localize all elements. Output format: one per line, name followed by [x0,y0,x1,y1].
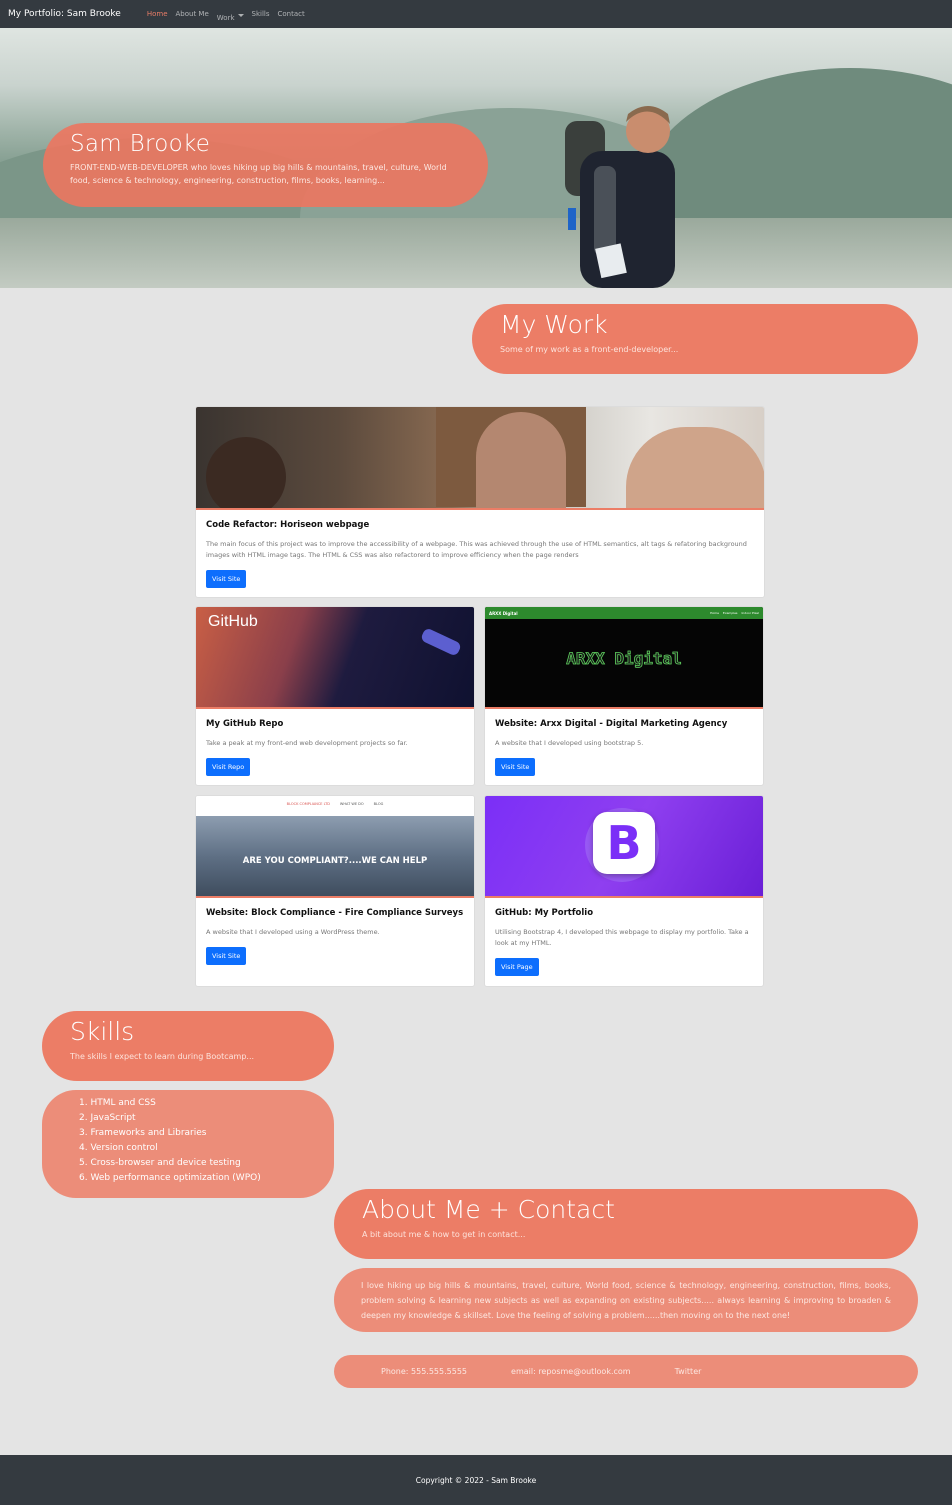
spaceship-shape [419,627,463,657]
contact-phone[interactable]: Phone: 555.555.5555 [381,1367,467,1376]
grass-foreground [0,218,952,288]
card-body: Website: Arxx Digital - Digital Marketin… [485,709,763,776]
contact-twitter-link[interactable]: Twitter [675,1367,702,1376]
skills-list-item: 5. Cross-browser and device testing [79,1158,241,1168]
nav-link-work[interactable]: Work [217,14,235,22]
block-nav-bar: BLOCK COMPLIANCE LTD WHAT WE DO BLOG [196,802,474,806]
arxx-nav-brand: ARXX Digital [489,610,518,616]
footer-copyright: Copyright © 2022 - Sam Brooke [415,1475,537,1485]
navbar-brand[interactable]: My Portfolio: Sam Brooke [8,9,121,19]
navbar: My Portfolio: Sam Brooke Home About Me W… [0,0,952,28]
project-card-arxx-digital: ARXX Digital Home Examples Indoor Pixel … [484,606,764,786]
hero-intro-box: Sam Brooke FRONT-END-WEB-DEVELOPER who l… [43,123,488,207]
arxx-logo-text: ARXX Digital [566,649,682,669]
block-hero-text: ARE YOU COMPLIANT?....WE CAN HELP [242,856,428,866]
work-section-header: My Work Some of my work as a front-end-d… [472,304,918,374]
skills-list-box: 1. HTML and CSS 2. JavaScript 3. Framewo… [42,1090,334,1198]
project-image-arxx: ARXX Digital Home Examples Indoor Pixel … [485,607,763,709]
project-card-block-compliance: BLOCK COMPLIANCE LTD WHAT WE DO BLOG ARE… [195,795,475,987]
skills-list-item: 2. JavaScript [79,1113,136,1123]
card-description: A website that I developed using a WordP… [206,928,380,936]
bootstrap-logo-letter: B [606,816,642,870]
nav-dropdown-work[interactable]: Work [217,5,244,24]
arxx-nav-bar: ARXX Digital Home Examples Indoor Pixel [485,607,763,619]
nav-link-contact[interactable]: Contact [278,10,305,18]
about-subtitle: A bit about me & how to get in contact..… [362,1230,526,1239]
card-description: Take a peak at my front-end web developm… [206,739,408,747]
skills-title: Skills [70,1017,135,1046]
about-text-box: I love hiking up big hills & mountains, … [334,1268,918,1332]
arxx-nav-link: Indoor Pixel [741,611,760,615]
contact-email-link[interactable]: email: reposme@outlook.com [511,1367,631,1376]
visit-repo-button[interactable]: Visit Repo [206,758,251,776]
card-description: The main focus of this project was to im… [206,540,747,559]
card-description: Utilising Bootstrap 4, I developed this … [495,928,749,947]
nav-link-about[interactable]: About Me [176,10,209,18]
work-subtitle: Some of my work as a front-end-developer… [500,345,679,354]
skills-list: 1. HTML and CSS 2. JavaScript 3. Framewo… [42,1090,334,1186]
hero-title: Sam Brooke [70,131,211,157]
project-image-block-compliance: BLOCK COMPLIANCE LTD WHAT WE DO BLOG ARE… [196,796,474,898]
card-body: Website: Block Compliance - Fire Complia… [196,898,474,965]
block-nav-link: WHAT WE DO [339,802,364,806]
about-text: I love hiking up big hills & mountains, … [361,1281,891,1320]
card-title: Website: Block Compliance - Fire Complia… [206,908,464,918]
skills-list-item: 3. Frameworks and Libraries [79,1128,207,1138]
nav-link-home[interactable]: Home [147,10,168,18]
card-title: Code Refactor: Horiseon webpage [206,520,370,530]
about-title: About Me + Contact [362,1195,615,1224]
skills-list-item: 6. Web performance optimization (WPO) [79,1173,261,1183]
skills-subtitle: The skills I expect to learn during Boot… [70,1052,255,1061]
nav-link-skills[interactable]: Skills [252,10,270,18]
github-logo-text: GitHub [208,613,258,630]
card-title: Website: Arxx Digital - Digital Marketin… [495,719,728,729]
arxx-nav-link: Examples [722,611,738,615]
block-nav-link: BLOG [373,802,384,806]
card-body: My GitHub Repo Take a peak at my front-e… [196,709,474,776]
project-image-github: GitHub [196,607,474,709]
bootstrap-logo-icon: B [593,812,655,874]
skills-list-item: 1. HTML and CSS [79,1098,156,1108]
visit-site-button[interactable]: Visit Site [206,947,247,965]
skills-section-header: Skills The skills I expect to learn duri… [42,1011,334,1081]
hero-subtitle: FRONT-END-WEB-DEVELOPER who loves hiking… [70,163,447,185]
project-card-portfolio: B GitHub: My Portfolio Utilising Bootstr… [484,795,764,987]
block-nav-link: BLOCK COMPLIANCE LTD [286,802,330,806]
project-card-code-refactor: Code Refactor: Horiseon webpage The main… [195,406,765,598]
hero-banner: Sam Brooke FRONT-END-WEB-DEVELOPER who l… [0,28,952,288]
caret-down-icon [237,13,244,17]
card-title: My GitHub Repo [206,719,284,729]
about-section-header: About Me + Contact A bit about me & how … [334,1189,918,1259]
contact-bar: Phone: 555.555.5555 email: reposme@outlo… [334,1355,918,1388]
visit-page-button[interactable]: Visit Page [495,958,539,976]
project-card-github-repo: GitHub My GitHub Repo Take a peak at my … [195,606,475,786]
work-title: My Work [500,310,608,339]
person-shape [626,427,764,508]
hiker-photo [565,106,675,288]
card-title: GitHub: My Portfolio [495,908,594,918]
footer: Copyright © 2022 - Sam Brooke [0,1455,952,1505]
card-description: A website that I developed using bootstr… [495,739,644,747]
card-body: Code Refactor: Horiseon webpage The main… [196,510,764,588]
skills-list-item: 4. Version control [79,1143,158,1153]
person-shape [206,437,286,508]
card-body: GitHub: My Portfolio Utilising Bootstrap… [485,898,763,976]
project-image-team-meeting [196,407,764,510]
visit-site-button[interactable]: Visit Site [495,758,536,776]
arxx-nav-link: Home [710,611,719,615]
project-image-bootstrap: B [485,796,763,898]
person-shape [476,412,566,508]
visit-site-button[interactable]: Visit Site [206,570,247,588]
